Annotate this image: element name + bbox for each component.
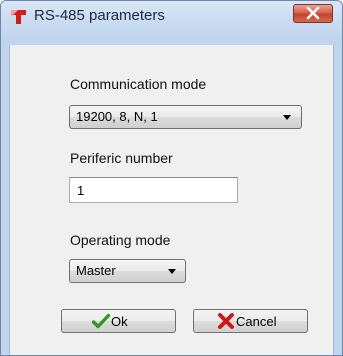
ok-button[interactable]: Ok	[61, 309, 176, 333]
ok-button-label: Ok	[111, 313, 128, 329]
periferic-number-field[interactable]	[69, 177, 244, 203]
dialog-body: Communication mode 19200, 8, N, 1 Perife…	[9, 45, 334, 355]
communication-mode-value: 19200, 8, N, 1	[76, 109, 158, 124]
operating-mode-value: Master	[76, 263, 116, 278]
periferic-number-label: Periferic number	[70, 150, 173, 166]
chevron-down-icon	[168, 269, 176, 274]
communication-mode-label: Communication mode	[70, 76, 207, 92]
close-icon	[306, 7, 320, 20]
dialog-window: RS-485 parameters Communication mode 192…	[0, 0, 343, 356]
operating-mode-label: Operating mode	[70, 232, 171, 248]
close-button[interactable]	[293, 4, 333, 23]
chevron-down-icon	[283, 115, 291, 120]
checkmark-icon	[92, 313, 110, 329]
operating-mode-select[interactable]: Master	[69, 259, 186, 283]
red-arrow-icon	[9, 6, 29, 26]
periferic-number-input[interactable]	[70, 178, 244, 202]
cancel-button[interactable]: Cancel	[193, 309, 308, 333]
window-title: RS-485 parameters	[34, 7, 165, 24]
cancel-button-label: Cancel	[236, 313, 277, 329]
title-bar[interactable]: RS-485 parameters	[1, 1, 342, 45]
communication-mode-select[interactable]: 19200, 8, N, 1	[69, 105, 302, 129]
red-x-icon	[218, 313, 234, 329]
